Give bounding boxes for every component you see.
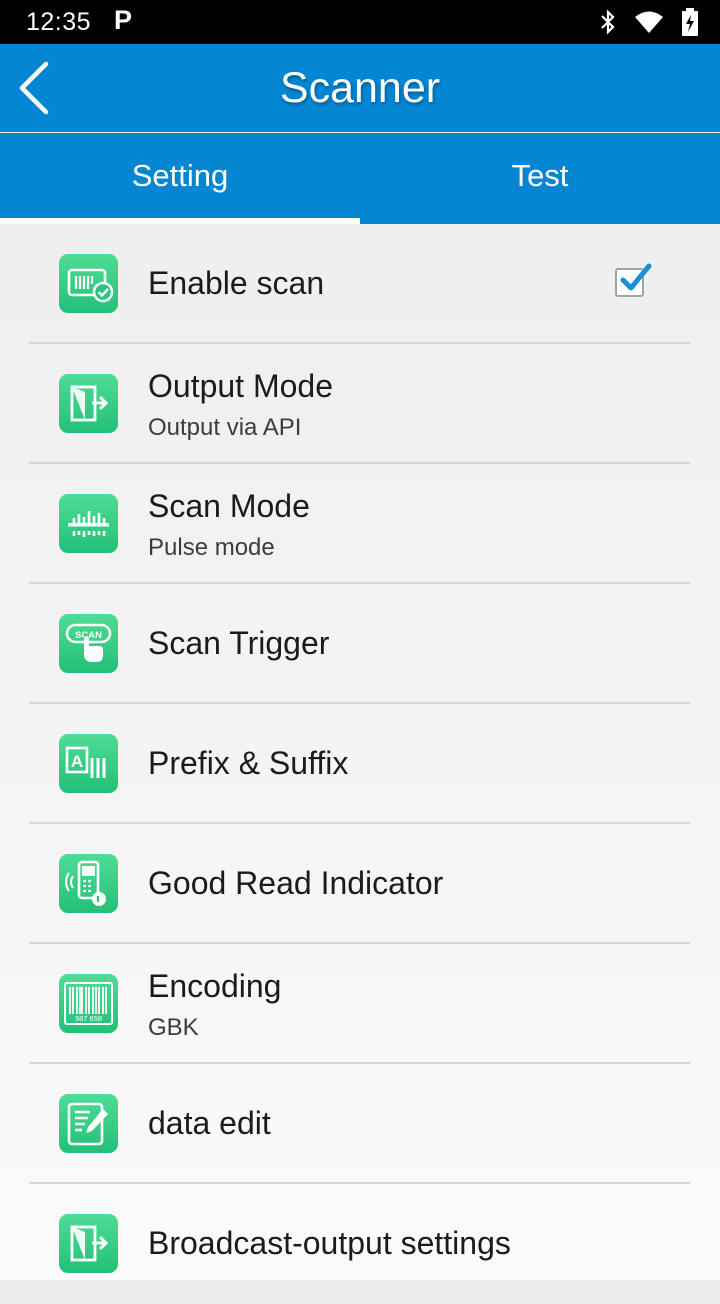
setting-title: Good Read Indicator xyxy=(148,865,444,901)
bluetooth-icon xyxy=(601,9,615,35)
svg-text:A: A xyxy=(71,752,83,771)
tab-setting[interactable]: Setting xyxy=(0,133,360,224)
broadcast-output-icon xyxy=(59,1214,118,1273)
data-edit-icon xyxy=(59,1094,118,1153)
setting-enable-scan[interactable]: Enable scan xyxy=(0,224,720,344)
setting-output-mode[interactable]: Output Mode Output via API xyxy=(0,344,720,464)
setting-value: GBK xyxy=(148,1014,199,1041)
app-bar: Scanner xyxy=(0,44,720,132)
setting-good-read-indicator[interactable]: Good Read Indicator xyxy=(0,824,720,944)
status-bar: 12:35 P xyxy=(0,0,720,44)
setting-title: Broadcast-output settings xyxy=(148,1225,511,1261)
checkmark-icon xyxy=(620,263,652,291)
tab-bar: Setting Test xyxy=(0,133,720,224)
tab-test[interactable]: Test xyxy=(360,133,720,224)
status-time: 12:35 xyxy=(26,8,92,36)
settings-list: Enable scan Output Mode Output via API S… xyxy=(0,224,720,1304)
setting-data-edit[interactable]: data edit xyxy=(0,1064,720,1184)
parking-notification-icon: P xyxy=(114,5,133,35)
scan-check-icon xyxy=(59,254,118,313)
scan-trigger-icon: SCAN xyxy=(59,614,118,673)
setting-prefix-suffix[interactable]: A Prefix & Suffix xyxy=(0,704,720,824)
wifi-icon xyxy=(635,11,663,33)
setting-title: Encoding xyxy=(148,968,282,1004)
good-read-indicator-icon xyxy=(59,854,118,913)
setting-broadcast-output[interactable]: Broadcast-output settings xyxy=(0,1184,720,1304)
setting-title: data edit xyxy=(148,1105,271,1141)
prefix-suffix-icon: A xyxy=(59,734,118,793)
tab-setting-label: Setting xyxy=(131,158,229,193)
output-icon xyxy=(59,374,118,433)
setting-scan-mode[interactable]: Scan Mode Pulse mode xyxy=(0,464,720,584)
setting-title: Output Mode xyxy=(148,368,333,404)
setting-title: Scan Mode xyxy=(148,488,310,524)
setting-value: Pulse mode xyxy=(148,534,275,561)
status-icons xyxy=(600,8,698,36)
scan-mode-icon xyxy=(59,494,118,553)
setting-scan-trigger[interactable]: SCAN Scan Trigger xyxy=(0,584,720,704)
setting-title: Prefix & Suffix xyxy=(148,745,349,781)
setting-value: Output via API xyxy=(148,414,302,441)
page-title: Scanner xyxy=(279,64,441,112)
tab-test-label: Test xyxy=(511,158,569,193)
setting-encoding[interactable]: 987 658 Encoding GBK xyxy=(0,944,720,1064)
setting-title: Enable scan xyxy=(148,265,325,301)
svg-text:987 658: 987 658 xyxy=(75,1014,102,1023)
battery-charging-icon xyxy=(682,8,698,36)
setting-title: Scan Trigger xyxy=(148,625,330,661)
enable-scan-checkbox[interactable] xyxy=(615,263,652,297)
barcode-icon: 987 658 xyxy=(59,974,118,1033)
